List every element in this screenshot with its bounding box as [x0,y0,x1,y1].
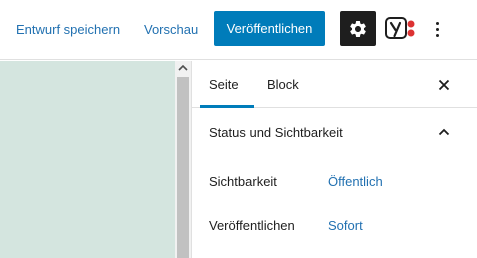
preview-button[interactable]: Vorschau [144,22,198,38]
publish-label: Veröffentlichen [209,218,295,233]
panel-title: Status und Sichtbarkeit [209,125,343,140]
more-vertical-icon [435,27,439,31]
yoast-icon [385,17,415,39]
tab-block[interactable]: Block [267,61,299,108]
publish-button[interactable]: Veröffentlichen [214,11,325,46]
publish-date-toggle[interactable]: Sofort [328,218,363,233]
chevron-up-icon [438,128,450,136]
editor-window: Entwurf speichern Vorschau Veröffentlich… [0,0,477,258]
active-tab-indicator [200,105,254,108]
more-options-button[interactable] [428,16,446,42]
visibility-toggle[interactable]: Öffentlich [328,174,383,189]
sidebar-tabs: Seite Block [192,61,477,108]
yoast-button[interactable] [384,15,418,43]
settings-button[interactable] [340,11,376,46]
close-icon [438,79,450,91]
gear-icon [350,20,366,37]
status-visibility-panel-toggle[interactable]: Status und Sichtbarkeit [192,109,477,155]
editor-toolbar: Entwurf speichern Vorschau Veröffentlich… [0,0,477,60]
editor-canvas[interactable] [0,61,175,258]
scrollbar-thumb[interactable] [177,77,189,258]
visibility-label: Sichtbarkeit [209,174,277,189]
scroll-up-button[interactable] [175,61,191,75]
tab-page[interactable]: Seite [209,61,239,108]
close-sidebar-button[interactable] [432,73,456,97]
save-draft-button[interactable]: Entwurf speichern [16,22,120,38]
more-vertical-icon [435,21,439,25]
more-vertical-icon [435,33,439,37]
scrollbar[interactable] [175,61,191,258]
settings-sidebar: Seite Block Status und Sichtbarkeit Sich… [191,61,477,258]
arrow-up-icon [178,64,188,71]
